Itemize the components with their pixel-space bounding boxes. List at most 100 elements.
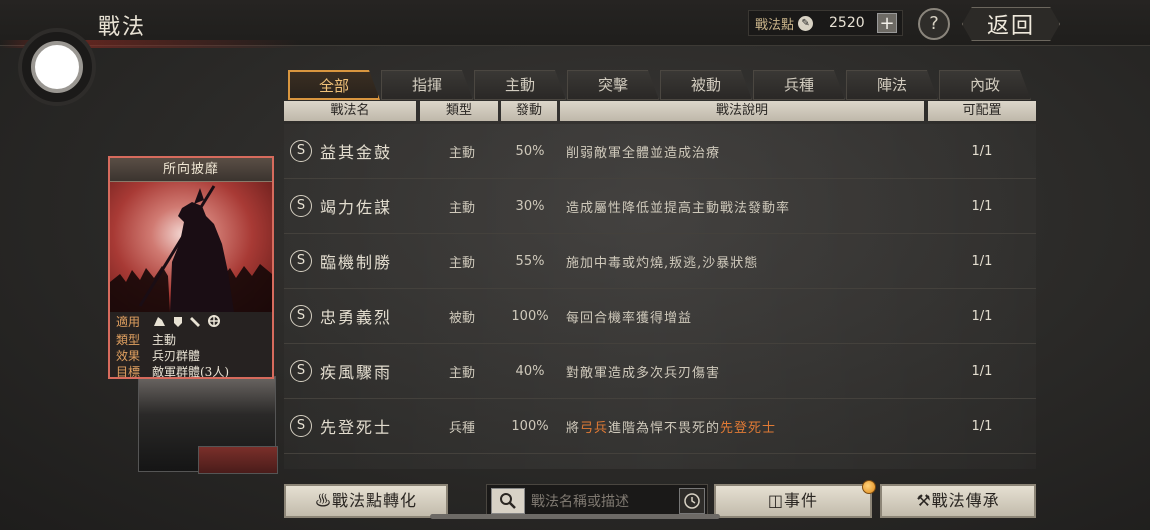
- card-info-row: 效果 兵刃群體: [116, 348, 266, 364]
- skill-name: 臨機制勝: [320, 253, 393, 272]
- desc-text: 進階為悍不畏死的: [608, 420, 721, 436]
- tab-active[interactable]: 主動: [474, 70, 566, 100]
- card-info-row: 類型 主動: [116, 332, 266, 348]
- tab-formation[interactable]: 陣法: [846, 70, 938, 100]
- events-button[interactable]: ◫事件: [714, 484, 872, 518]
- page-title: 戰法: [98, 15, 147, 40]
- grade-s-icon: S: [290, 140, 312, 162]
- skill-list: S 益其金鼓 主動 50% 削弱敵軍全體並造成治療 1/1 S 竭力佐謀 主動 …: [284, 124, 1036, 469]
- info-value: 兵刃群體: [152, 349, 201, 363]
- skill-row[interactable]: S 疾風驟雨 主動 40% 對敵軍造成多次兵刃傷害 1/1: [284, 344, 1036, 399]
- card-info-row: 目標 敵軍群體(3人): [116, 364, 266, 379]
- flame-icon: ♨: [314, 491, 332, 510]
- search-bar: [486, 484, 708, 518]
- search-icon[interactable]: [491, 488, 525, 514]
- card-title: 所向披靡: [110, 158, 272, 182]
- info-value: 主動: [152, 333, 177, 347]
- grade-s-icon: S: [290, 360, 312, 382]
- back-button[interactable]: 返回: [962, 7, 1060, 41]
- help-button[interactable]: ?: [918, 8, 950, 40]
- info-label: 適用: [116, 315, 141, 329]
- avatar-image: [31, 41, 83, 93]
- history-clock-icon[interactable]: [679, 488, 705, 514]
- convert-points-label: 戰法點轉化: [332, 491, 418, 510]
- skill-row-partial[interactable]: [284, 454, 1036, 469]
- desc-highlight: 先登死士: [720, 420, 777, 436]
- skill-count: 1/1: [971, 143, 993, 159]
- skill-name: 竭力佐謀: [320, 198, 393, 217]
- skill-name: 先登死士: [320, 418, 393, 437]
- skill-description: 施加中毒或灼燒,叛逃,沙暴狀態: [566, 255, 759, 271]
- skill-name: 忠勇義烈: [320, 308, 393, 327]
- skill-type: 被動: [448, 310, 475, 326]
- grade-s-icon: S: [290, 195, 312, 217]
- convert-points-button[interactable]: ♨戰法點轉化: [284, 484, 448, 518]
- search-input[interactable]: [531, 489, 671, 515]
- column-header-count[interactable]: 可配置: [928, 101, 1036, 121]
- skill-row[interactable]: S 竭力佐謀 主動 30% 造成屬性降低並提高主動戰法發動率 1/1: [284, 179, 1036, 234]
- notification-badge: [862, 480, 876, 494]
- tab-troop[interactable]: 兵種: [753, 70, 845, 100]
- skill-rate: 100%: [511, 418, 549, 434]
- skill-type: 主動: [448, 365, 475, 381]
- brush-coin-icon: ✎: [798, 15, 814, 31]
- skill-type: 主動: [448, 255, 475, 271]
- card-info: 適用 類型 主動 效果 兵刃群體 目標 敵軍群體(3人): [110, 312, 272, 379]
- column-header-name[interactable]: 戰法名: [284, 101, 416, 121]
- info-label: 類型: [116, 333, 141, 347]
- scroll-icon: ◫: [767, 491, 785, 510]
- clock-icon: [684, 493, 700, 509]
- skill-count: 1/1: [971, 418, 993, 434]
- column-header-rate[interactable]: 發動: [501, 101, 557, 121]
- card-artwork: [110, 182, 272, 312]
- home-indicator[interactable]: [430, 514, 720, 519]
- hammer-icon: ⚒: [916, 491, 932, 510]
- skill-points-value: 2520: [829, 15, 865, 31]
- skill-count: 1/1: [971, 308, 993, 324]
- add-points-button[interactable]: +: [877, 13, 898, 33]
- tab-internal[interactable]: 內政: [939, 70, 1031, 100]
- troop-type-icons: [152, 314, 236, 332]
- tab-assault[interactable]: 突擊: [567, 70, 659, 100]
- card-back: [198, 446, 278, 474]
- skill-rate: 30%: [515, 198, 545, 214]
- skill-rate: 50%: [515, 143, 545, 159]
- skill-row[interactable]: S 臨機制勝 主動 55% 施加中毒或灼燒,叛逃,沙暴狀態 1/1: [284, 234, 1036, 289]
- skill-points-label: 戰法點: [755, 17, 795, 33]
- skill-row[interactable]: S 益其金鼓 主動 50% 削弱敵軍全體並造成治療 1/1: [284, 124, 1036, 179]
- skill-points-display: 戰法點 ✎ 2520 +: [748, 10, 903, 36]
- skill-description: 將弓兵進階為悍不畏死的先登死士: [566, 417, 776, 436]
- skill-description: 造成屬性降低並提高主動戰法發動率: [566, 200, 791, 216]
- card-info-row: 適用: [116, 314, 266, 332]
- skill-type: 主動: [448, 200, 475, 216]
- skill-detail-card[interactable]: 所向披靡 適用 類型 主動 效果 兵刃群體 目標 敵軍群體(3人): [108, 156, 274, 379]
- desc-text: 將: [566, 420, 581, 436]
- skill-row[interactable]: S 忠勇義烈 被動 100% 每回合機率獲得增益 1/1: [284, 289, 1036, 344]
- skill-inherit-button[interactable]: ⚒戰法傳承: [880, 484, 1036, 518]
- skill-count: 1/1: [971, 253, 993, 269]
- troop-icons: [154, 315, 220, 327]
- skill-row[interactable]: S 先登死士 兵種 100% 將弓兵進階為悍不畏死的先登死士 1/1: [284, 399, 1036, 454]
- warrior-silhouette: [110, 185, 272, 312]
- column-header-type[interactable]: 類型: [420, 101, 498, 121]
- grade-s-icon: S: [290, 305, 312, 327]
- skill-inherit-label: 戰法傳承: [931, 491, 1000, 510]
- skill-type: 主動: [448, 145, 475, 161]
- skill-count: 1/1: [971, 363, 993, 379]
- grade-s-icon: S: [290, 250, 312, 272]
- info-label: 效果: [116, 349, 141, 363]
- skill-description: 每回合機率獲得增益: [566, 310, 693, 326]
- avatar[interactable]: [18, 28, 96, 106]
- skill-rate: 55%: [515, 253, 545, 269]
- tab-command[interactable]: 指揮: [381, 70, 473, 100]
- tab-all[interactable]: 全部: [288, 70, 380, 100]
- skill-rate: 40%: [515, 363, 545, 379]
- skill-count: 1/1: [971, 198, 993, 214]
- skill-type: 兵種: [448, 420, 475, 436]
- skill-name: 益其金鼓: [320, 143, 393, 162]
- skill-rate: 100%: [511, 308, 549, 324]
- tab-passive[interactable]: 被動: [660, 70, 752, 100]
- info-label: 目標: [116, 365, 141, 379]
- skill-name: 疾風驟雨: [320, 363, 393, 382]
- grade-s-icon: S: [290, 415, 312, 437]
